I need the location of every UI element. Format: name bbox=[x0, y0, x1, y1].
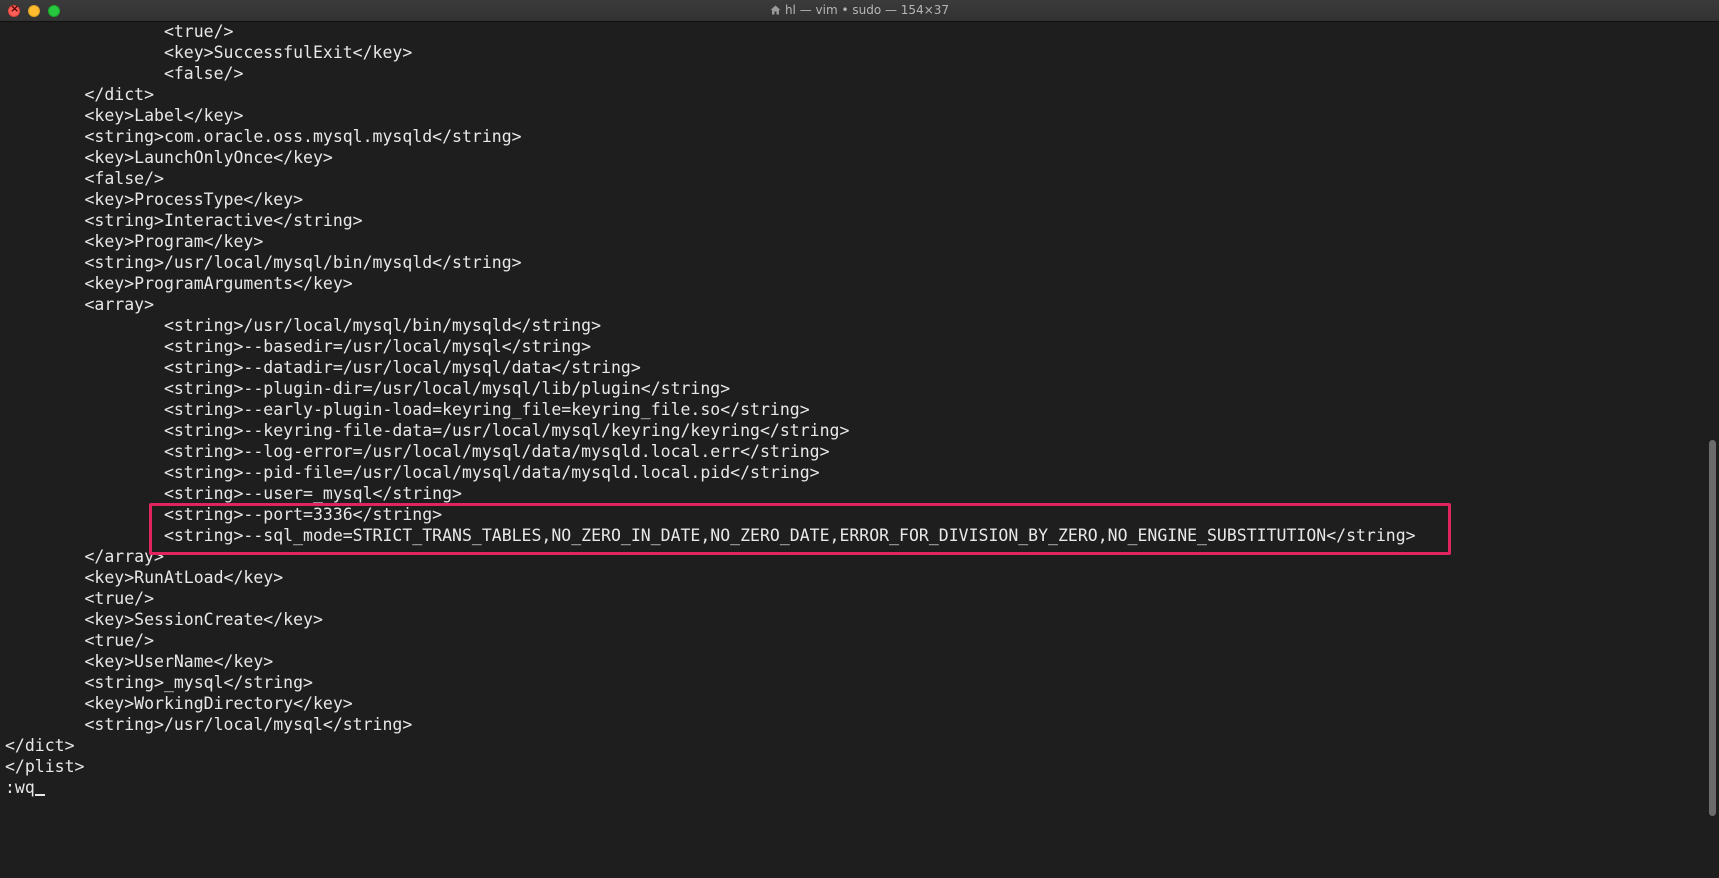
code-line: <key>ProcessType</key> bbox=[5, 190, 304, 209]
title-bar[interactable]: hl — vim • sudo — 154×37 bbox=[0, 0, 1719, 22]
code-line: <string>_mysql</string> bbox=[5, 673, 313, 692]
highlight-annotation-box bbox=[149, 503, 1451, 555]
code-line: <string>/usr/local/mysql/bin/mysqld</str… bbox=[5, 316, 602, 335]
code-line: <string>/usr/local/mysql/bin/mysqld</str… bbox=[5, 253, 522, 272]
code-line: <string>--early-plugin-load=keyring_file… bbox=[5, 400, 810, 419]
text-cursor bbox=[34, 794, 45, 796]
code-line: <key>Program</key> bbox=[5, 232, 264, 251]
code-line: <key>WorkingDirectory</key> bbox=[5, 694, 353, 713]
code-line: <false/> bbox=[5, 64, 244, 83]
command-text: :wq bbox=[5, 778, 35, 797]
code-line: <string>--log-error=/usr/local/mysql/dat… bbox=[5, 442, 830, 461]
scrollbar-thumb[interactable] bbox=[1709, 440, 1716, 816]
code-line: <false/> bbox=[5, 169, 164, 188]
code-line: <string>--keyring-file-data=/usr/local/m… bbox=[5, 421, 850, 440]
code-line: </dict> bbox=[5, 736, 75, 755]
window-title: hl — vim • sudo — 154×37 bbox=[784, 3, 950, 17]
code-line: <array> bbox=[5, 295, 155, 314]
vim-command-line[interactable]: :wq bbox=[5, 778, 45, 799]
code-line: <key>RunAtLoad</key> bbox=[5, 568, 284, 587]
code-line: <string>--user=_mysql</string> bbox=[5, 484, 462, 503]
code-line: <string>Interactive</string> bbox=[5, 211, 363, 230]
code-line: <true/> bbox=[5, 589, 155, 608]
code-line: </plist> bbox=[5, 757, 85, 776]
code-line: <string>--datadir=/usr/local/mysql/data<… bbox=[5, 358, 641, 377]
scrollbar[interactable] bbox=[1705, 22, 1719, 878]
window-title-container: hl — vim • sudo — 154×37 bbox=[0, 3, 1719, 17]
code-line: <string>/usr/local/mysql</string> bbox=[5, 715, 413, 734]
code-line: <true/> bbox=[5, 631, 155, 650]
code-line: </array> bbox=[5, 547, 164, 566]
code-line: <string>com.oracle.oss.mysql.mysqld</str… bbox=[5, 127, 522, 146]
code-line: <true/> bbox=[5, 22, 234, 41]
code-line: <string>--pid-file=/usr/local/mysql/data… bbox=[5, 463, 820, 482]
code-line: <key>UserName</key> bbox=[5, 652, 274, 671]
code-line: <string>--plugin-dir=/usr/local/mysql/li… bbox=[5, 379, 731, 398]
vim-editor-buffer[interactable]: <true/> <key>SuccessfulExit</key> <false… bbox=[5, 22, 1695, 878]
home-icon bbox=[770, 5, 781, 15]
code-line: <key>SessionCreate</key> bbox=[5, 610, 323, 629]
code-line: <key>SuccessfulExit</key> bbox=[5, 43, 413, 62]
code-line: <string>--basedir=/usr/local/mysql</stri… bbox=[5, 337, 592, 356]
code-line: </dict> bbox=[5, 85, 155, 104]
code-line: <key>LaunchOnlyOnce</key> bbox=[5, 148, 333, 167]
code-line: <key>Label</key> bbox=[5, 106, 244, 125]
code-line: <key>ProgramArguments</key> bbox=[5, 274, 353, 293]
terminal-window: hl — vim • sudo — 154×37 <true/> <key>Su… bbox=[0, 0, 1719, 878]
